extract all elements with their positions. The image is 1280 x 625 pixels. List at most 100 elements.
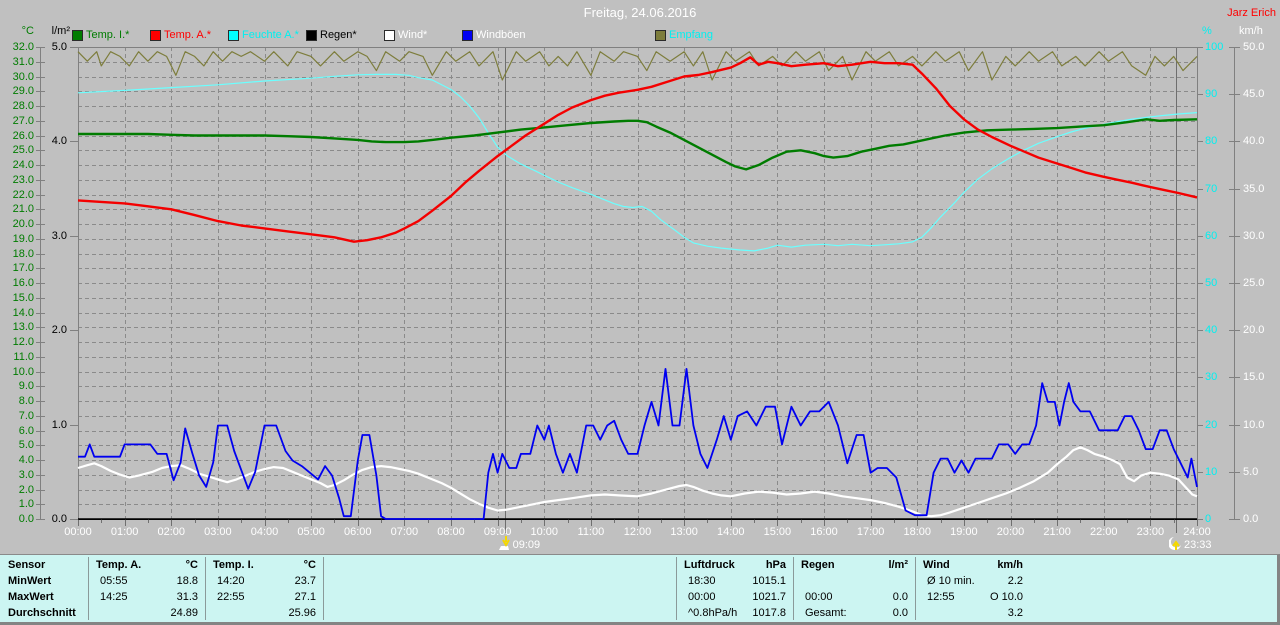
row-label-minwert: MinWert bbox=[8, 575, 52, 587]
cell-luftdruck-value: 1017.8 bbox=[752, 607, 786, 619]
rain-tick-label: 1.0 bbox=[51, 418, 67, 431]
temp-tick-label: 27.0 bbox=[12, 114, 34, 127]
temp-tick-label: 22.0 bbox=[12, 188, 34, 201]
temp-tick-label: 8.0 bbox=[18, 395, 34, 407]
cell-luftdruck-value: 1021.7 bbox=[752, 591, 786, 603]
temp-tick-label: 1.0 bbox=[18, 498, 34, 511]
temp-tick-label: 30.0 bbox=[12, 70, 34, 83]
rain-tick-label: 5.0 bbox=[51, 41, 67, 53]
weather-chart-region: Freitag, 24.06.2016 Jarz Erich °C l/m² %… bbox=[0, 0, 1280, 554]
col-unit-wind: km/h bbox=[997, 559, 1023, 571]
time-tick-label: 16:00 bbox=[810, 526, 838, 538]
time-tick-label: 03:00 bbox=[204, 526, 232, 538]
humidity-tick-label: 0 bbox=[1205, 513, 1212, 525]
rain-tick-label: 0.0 bbox=[51, 513, 67, 525]
time-tick-label: 14:00 bbox=[716, 526, 745, 538]
temp-tick-label: 15.0 bbox=[12, 291, 34, 304]
col-unit-luftdruck: hPa bbox=[765, 559, 786, 571]
temp-tick-label: 14.0 bbox=[12, 306, 34, 319]
cell-luftdruck-value: 1015.1 bbox=[752, 575, 786, 587]
col-unit-regen: l/m² bbox=[888, 559, 908, 571]
temp-tick-label: 12.0 bbox=[12, 336, 34, 348]
temp-tick-label: 5.0 bbox=[18, 439, 34, 452]
temp-tick-label: 23.0 bbox=[12, 173, 34, 186]
series-temp-a-line bbox=[77, 56, 1198, 243]
series-empfang-line bbox=[77, 51, 1198, 81]
humidity-tick-label: 70 bbox=[1205, 182, 1218, 195]
row-label-durchschnitt: Durchschnitt bbox=[8, 607, 76, 619]
humidity-tick-label: 20 bbox=[1205, 418, 1218, 431]
row-label-sensor: Sensor bbox=[8, 559, 46, 571]
marker-time-label: 23:33 bbox=[1184, 539, 1212, 551]
time-tick-label: 05:00 bbox=[297, 526, 325, 538]
col-unit-temp-a: °C bbox=[185, 559, 198, 571]
temp-tick-label: 20.0 bbox=[12, 218, 34, 230]
time-tick-label: 23:00 bbox=[1136, 526, 1165, 538]
stats-table: Sensor MinWert MaxWert Durchschnitt Temp. A.… bbox=[0, 554, 1280, 625]
humidity-tick-label: 90 bbox=[1205, 88, 1218, 101]
cell-temp-a-value: 24.89 bbox=[170, 607, 198, 619]
wind-tick-label: 20.0 bbox=[1243, 324, 1265, 337]
table-separator bbox=[323, 557, 324, 620]
temp-tick-label: 3.0 bbox=[18, 468, 34, 481]
temp-tick-label: 17.0 bbox=[12, 262, 34, 275]
humidity-tick-label: 40 bbox=[1205, 324, 1218, 337]
cell-wind-value: 3.2 bbox=[1007, 607, 1023, 619]
time-tick-label: 22:00 bbox=[1089, 526, 1118, 538]
temp-tick-label: 28.0 bbox=[12, 100, 34, 112]
series-temp-i-line bbox=[78, 118, 1198, 171]
marker-time-label: 09:09 bbox=[512, 539, 541, 551]
temp-tick-label: 2.0 bbox=[18, 483, 34, 496]
temp-tick-label: 31.0 bbox=[12, 55, 34, 68]
wind-tick-label: 25.0 bbox=[1243, 277, 1265, 289]
time-tick-label: 08:00 bbox=[437, 526, 465, 538]
wind-tick-label: 0.0 bbox=[1243, 513, 1259, 525]
time-tick-label: 12:00 bbox=[623, 526, 652, 538]
humidity-tick-label: 100 bbox=[1205, 41, 1224, 53]
wind-tick-label: 15.0 bbox=[1243, 371, 1265, 384]
temp-tick-label: 21.0 bbox=[12, 203, 34, 216]
time-tick-label: 04:00 bbox=[250, 526, 279, 538]
time-tick-label: 20:00 bbox=[996, 526, 1025, 538]
time-tick-label: 18:00 bbox=[903, 526, 932, 538]
humidity-tick-label: 50 bbox=[1205, 277, 1218, 289]
wind-tick-label: 10.0 bbox=[1243, 418, 1265, 431]
cell-temp-a-value: 18.8 bbox=[176, 575, 198, 587]
moon-arrow-icon bbox=[1168, 536, 1182, 551]
cell-regen-value: 0.0 bbox=[892, 607, 908, 619]
wind-tick-label: 50.0 bbox=[1243, 41, 1265, 53]
row-label-maxwert: MaxWert bbox=[8, 591, 54, 603]
time-tick-label: 00:00 bbox=[64, 526, 92, 538]
humidity-tick-label: 10 bbox=[1205, 465, 1218, 478]
time-tick-label: 13:00 bbox=[670, 526, 698, 538]
wind-tick-label: 5.0 bbox=[1243, 465, 1259, 478]
cell-temp-i-value: 27.1 bbox=[294, 591, 316, 603]
temp-tick-label: 9.0 bbox=[18, 380, 34, 393]
time-tick-label: 24:00 bbox=[1183, 526, 1211, 538]
cell-wind-value: 2.2 bbox=[1007, 575, 1023, 587]
sun-arrow-icon bbox=[498, 536, 511, 551]
col-unit-temp-i: °C bbox=[303, 559, 316, 571]
cell-temp-a-value: 31.3 bbox=[176, 591, 198, 603]
temp-tick-label: 29.0 bbox=[12, 85, 34, 98]
wind-tick-label: 40.0 bbox=[1243, 135, 1265, 148]
time-tick-label: 07:00 bbox=[390, 526, 419, 538]
temp-tick-label: 11.0 bbox=[13, 350, 34, 363]
time-tick-label: 01:00 bbox=[110, 526, 139, 538]
time-tick-label: 11:00 bbox=[577, 526, 605, 538]
wind-tick-label: 35.0 bbox=[1243, 182, 1265, 195]
wind-tick-label: 30.0 bbox=[1243, 229, 1265, 242]
rain-tick-label: 3.0 bbox=[51, 229, 67, 242]
wind-tick-label: 45.0 bbox=[1243, 88, 1265, 101]
cell-temp-i-value: 23.7 bbox=[294, 575, 316, 587]
time-tick-label: 21:00 bbox=[1043, 526, 1071, 538]
temp-tick-label: 18.0 bbox=[12, 247, 34, 260]
time-tick-label: 15:00 bbox=[763, 526, 792, 538]
series-feuchte-a-line bbox=[77, 73, 1198, 252]
time-tick-label: 17:00 bbox=[856, 526, 885, 538]
humidity-tick-label: 60 bbox=[1205, 229, 1218, 242]
chart-svg bbox=[36, 47, 1240, 533]
humidity-tick-label: 30 bbox=[1205, 371, 1218, 384]
temp-tick-label: 4.0 bbox=[18, 454, 34, 466]
time-tick-label: 02:00 bbox=[157, 526, 186, 538]
